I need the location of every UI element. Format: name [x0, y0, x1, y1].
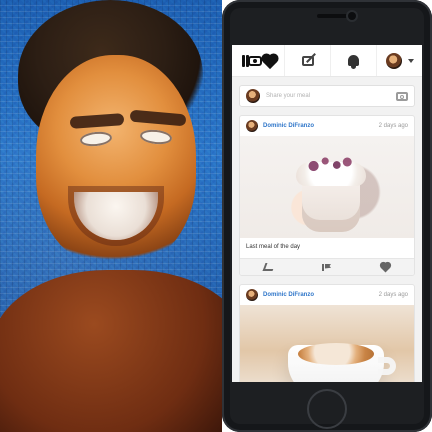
mosaic-portrait	[0, 0, 222, 432]
notifications-button[interactable]	[330, 45, 376, 76]
app-header	[232, 45, 422, 77]
post-header-1: Dominic DiFranzo 2 days ago	[240, 116, 414, 136]
portrait-shirt	[0, 270, 222, 432]
post-username-2[interactable]: Dominic DiFranzo	[263, 292, 379, 298]
post-caption-1: Last meal of the day	[240, 238, 414, 258]
meal-post-card-1: Dominic DiFranzo 2 days ago Last meal of…	[239, 115, 415, 276]
post-header-2: Dominic DiFranzo 2 days ago	[240, 285, 414, 305]
home-button[interactable]	[307, 389, 347, 429]
post-photo-2[interactable]	[240, 305, 414, 382]
reply-button[interactable]	[240, 263, 298, 271]
share-meal-composer[interactable]: Share your meal	[239, 85, 415, 107]
fork-knife-icon	[241, 54, 245, 67]
post-avatar-1[interactable]	[246, 120, 258, 132]
cup-handle	[378, 357, 396, 375]
phone-front-camera	[348, 12, 356, 20]
bell-icon	[348, 55, 359, 69]
composer-avatar	[246, 89, 260, 103]
edit-icon	[301, 55, 314, 66]
post-avatar-2[interactable]	[246, 289, 258, 301]
app-logo[interactable]	[232, 54, 284, 69]
flag-icon	[322, 263, 332, 271]
post-actions-1	[240, 258, 414, 275]
latte-foam	[298, 343, 374, 365]
camera-icon	[247, 55, 262, 66]
topping-sprinkles	[302, 154, 360, 174]
post-username-1[interactable]: Dominic DiFranzo	[263, 123, 379, 129]
composer-placeholder[interactable]: Share your meal	[266, 93, 396, 99]
user-avatar-icon	[385, 52, 402, 69]
flag-button[interactable]	[298, 263, 356, 271]
feed-content: Share your meal Dominic DiFranzo 2 days …	[232, 77, 422, 382]
meal-post-card-2: Dominic DiFranzo 2 days ago	[239, 284, 415, 382]
post-photo-1[interactable]	[240, 136, 414, 238]
camera-upload-icon[interactable]	[396, 91, 408, 101]
heart-icon	[380, 262, 390, 272]
heart-icon	[262, 54, 277, 69]
reply-icon	[262, 263, 276, 271]
like-button[interactable]	[356, 262, 414, 272]
profile-menu-button[interactable]	[376, 45, 422, 76]
phone-screen: Share your meal Dominic DiFranzo 2 days …	[232, 45, 422, 382]
smartphone: Share your meal Dominic DiFranzo 2 days …	[222, 0, 432, 432]
post-timestamp-1: 2 days ago	[378, 123, 408, 129]
header-nav	[284, 45, 422, 76]
compose-button[interactable]	[284, 45, 330, 76]
post-timestamp-2: 2 days ago	[378, 292, 408, 298]
chevron-down-icon	[407, 58, 414, 63]
